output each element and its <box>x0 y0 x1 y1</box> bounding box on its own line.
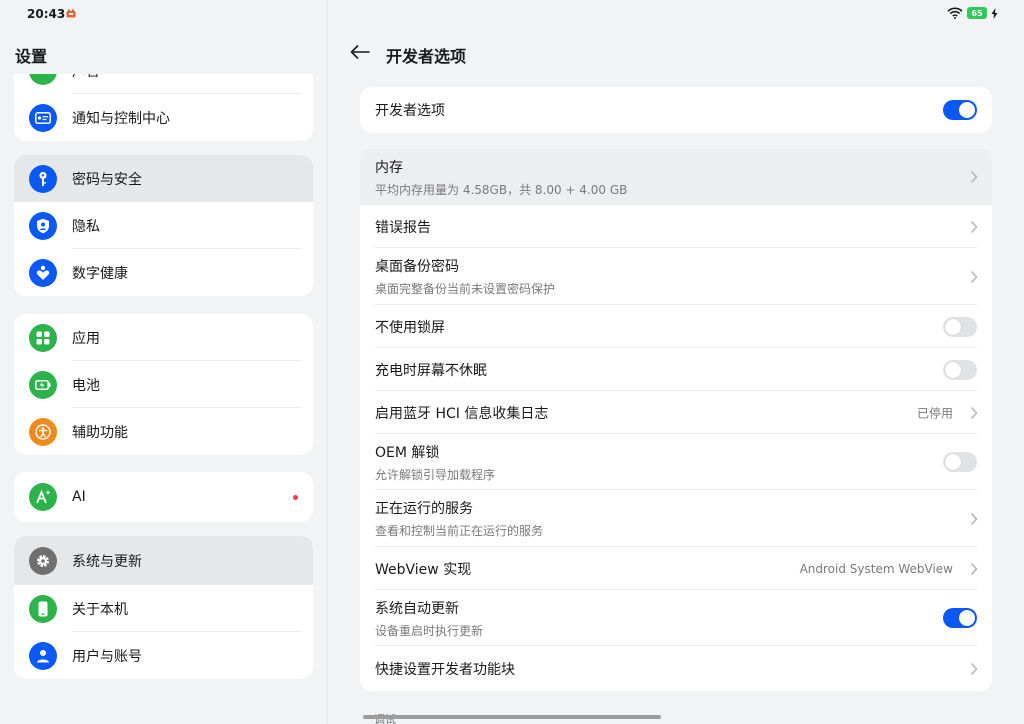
sidebar-item-label: 关于本机 <box>72 601 128 618</box>
ai-icon <box>29 483 57 511</box>
row-label: 桌面备份密码 <box>375 259 459 275</box>
settings-group-1: 声音 通知与控制中心 <box>14 74 313 141</box>
privacy-icon <box>29 211 57 240</box>
dev-options-list: 内存平均内存用量为 4.58GB，共 8.00 + 4.00 GB 错误报告 桌… <box>360 149 992 691</box>
row-stay-awake[interactable]: 充电时屏幕不休眠 <box>360 348 992 391</box>
chevron-right-icon <box>970 662 978 675</box>
row-oem-unlock[interactable]: OEM 解锁允许解锁引导加载程序 <box>360 434 992 490</box>
row-sublabel: 平均内存用量为 4.58GB，共 8.00 + 4.00 GB <box>375 182 628 197</box>
sidebar-item-label: 系统与更新 <box>72 553 142 570</box>
row-value: 已停用 <box>916 406 953 420</box>
user-icon <box>29 641 57 670</box>
dev-options-toggle[interactable] <box>943 100 977 120</box>
row-sublabel: 桌面完整备份当前未设置密码保护 <box>375 282 556 296</box>
page-title: 开发者选项 <box>386 47 467 66</box>
chevron-right-icon <box>970 170 978 184</box>
new-badge-dot <box>293 494 298 500</box>
row-label: 错误报告 <box>375 219 431 236</box>
row-sublabel: 查看和控制当前正在运行的服务 <box>375 524 544 538</box>
row-desktop-backup-password[interactable]: 桌面备份密码桌面完整备份当前未设置密码保护 <box>360 248 992 305</box>
sidebar-item-users-accounts[interactable]: 用户与账号 <box>14 632 313 679</box>
sidebar-title: 设置 <box>15 47 48 66</box>
settings-group-3: 应用 电池 辅助功能 <box>14 314 313 455</box>
row-label: 内存 <box>375 159 403 176</box>
row-label: 不使用锁屏 <box>375 319 445 336</box>
row-sublabel: 设备重启时执行更新 <box>375 623 484 638</box>
settings-group-2: 密码与安全 隐私 数字健康 <box>14 155 313 296</box>
row-sublabel: 允许解锁引导加载程序 <box>375 467 496 482</box>
sidebar-item-apps[interactable]: 应用 <box>14 314 313 361</box>
auto-update-toggle[interactable] <box>943 608 977 628</box>
row-label: 正在运行的服务 <box>375 501 473 517</box>
row-bluetooth-hci-log[interactable]: 启用蓝牙 HCI 信息收集日志 已停用 <box>360 391 992 434</box>
sidebar-item-label: 声音 <box>72 74 100 81</box>
home-indicator[interactable] <box>363 715 661 719</box>
row-auto-system-update[interactable]: 系统自动更新设备重启时执行更新 <box>360 590 992 646</box>
chevron-right-icon <box>970 406 978 419</box>
sidebar-item-sound[interactable]: 声音 <box>14 74 313 94</box>
back-arrow-icon <box>350 45 370 59</box>
sound-icon <box>29 74 57 85</box>
no-lock-screen-toggle[interactable] <box>943 316 977 337</box>
sidebar-item-battery[interactable]: 电池 <box>14 361 313 408</box>
sidebar-item-label: 通知与控制中心 <box>72 110 170 127</box>
row-label: 系统自动更新 <box>375 600 459 617</box>
settings-sidebar: 设置 声音 通知与控制中心 密码与安全 <box>0 0 327 724</box>
sidebar-item-label: 电池 <box>72 377 100 394</box>
chevron-right-icon <box>970 220 978 233</box>
settings-group-4: AI <box>14 472 313 522</box>
settings-group-5: 系统与更新 关于本机 用户与账号 <box>14 536 313 679</box>
battery-icon <box>29 370 57 399</box>
sidebar-item-system-update[interactable]: 系统与更新 <box>14 536 313 585</box>
chevron-right-icon <box>970 512 978 525</box>
sidebar-item-privacy[interactable]: 隐私 <box>14 202 313 249</box>
row-label: 开发者选项 <box>375 103 445 119</box>
sidebar-item-label: 密码与安全 <box>72 171 142 188</box>
back-button[interactable] <box>346 40 374 64</box>
chevron-right-icon <box>970 562 978 575</box>
gear-icon <box>29 546 57 575</box>
dev-options-master-card: 开发者选项 <box>360 87 992 133</box>
developer-options-pane: 开发者选项 开发者选项 内存平均内存用量为 4.58GB，共 8.00 + 4.… <box>328 0 1024 724</box>
digital-health-icon <box>29 258 57 287</box>
row-quick-settings-tiles[interactable]: 快捷设置开发者功能块 <box>360 646 992 691</box>
sidebar-item-label: AI <box>72 489 86 505</box>
row-label: 启用蓝牙 HCI 信息收集日志 <box>375 405 549 422</box>
sidebar-item-label: 用户与账号 <box>72 648 142 665</box>
sidebar-scroll[interactable]: 声音 通知与控制中心 密码与安全 隐私 <box>0 74 327 724</box>
row-label: 充电时屏幕不休眠 <box>375 362 487 379</box>
sidebar-item-about-device[interactable]: 关于本机 <box>14 585 313 632</box>
row-webview-implementation[interactable]: WebView 实现 Android System WebView <box>360 547 992 590</box>
row-value: Android System WebView <box>799 561 953 576</box>
sidebar-item-ai[interactable]: AI <box>14 472 313 522</box>
row-running-services[interactable]: 正在运行的服务查看和控制当前正在运行的服务 <box>360 490 992 547</box>
dev-options-toggle-row[interactable]: 开发者选项 <box>360 87 992 133</box>
row-label: WebView 实现 <box>375 561 472 578</box>
sidebar-item-password-security[interactable]: 密码与安全 <box>14 155 313 202</box>
phone-icon <box>29 594 57 623</box>
sidebar-item-label: 数字健康 <box>72 265 128 282</box>
sidebar-item-label: 应用 <box>72 330 100 347</box>
sidebar-item-label: 辅助功能 <box>72 424 128 441</box>
apps-icon <box>29 323 57 352</box>
sidebar-item-accessibility[interactable]: 辅助功能 <box>14 408 313 455</box>
sidebar-item-notifications[interactable]: 通知与控制中心 <box>14 94 313 141</box>
oem-unlock-toggle[interactable] <box>943 452 977 472</box>
chevron-right-icon <box>970 270 978 283</box>
row-label: 快捷设置开发者功能块 <box>375 661 515 678</box>
sidebar-item-digital-health[interactable]: 数字健康 <box>14 249 313 296</box>
notification-icon <box>29 103 57 132</box>
row-label: OEM 解锁 <box>375 444 440 461</box>
key-icon <box>29 164 57 193</box>
stay-awake-toggle[interactable] <box>943 359 977 380</box>
row-no-lock-screen[interactable]: 不使用锁屏 <box>360 305 992 348</box>
accessibility-icon <box>29 417 57 446</box>
row-bug-report[interactable]: 错误报告 <box>360 205 992 248</box>
sidebar-item-label: 隐私 <box>72 218 100 235</box>
row-memory[interactable]: 内存平均内存用量为 4.58GB，共 8.00 + 4.00 GB <box>360 149 992 205</box>
